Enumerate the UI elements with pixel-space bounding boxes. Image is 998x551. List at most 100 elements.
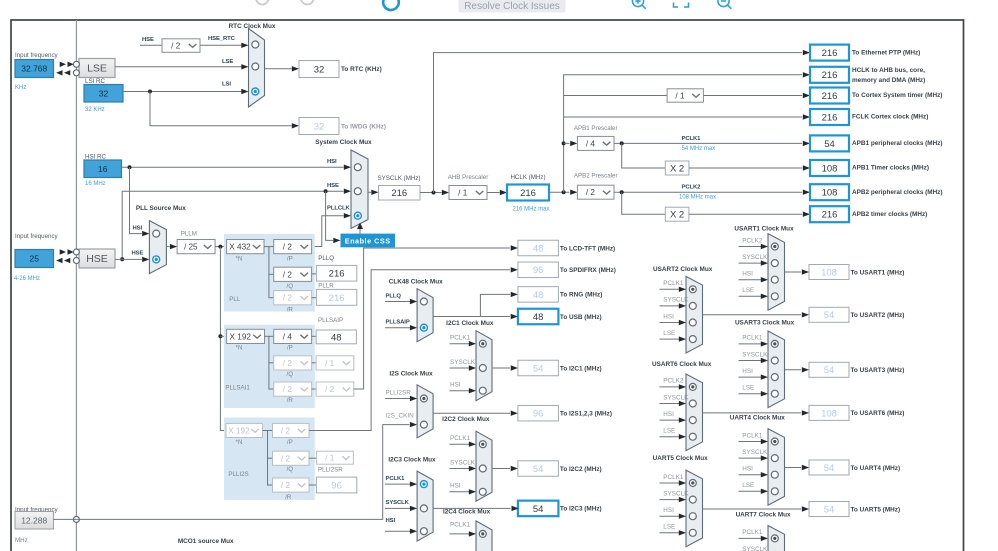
svg-text:To USART6 (MHz): To USART6 (MHz) [851, 410, 905, 417]
svg-text:HSI: HSI [386, 518, 396, 524]
svg-text:108: 108 [821, 267, 837, 278]
svg-text:LSE: LSE [663, 428, 675, 435]
svg-text:LSE: LSE [663, 524, 675, 531]
svg-text:PCLK2: PCLK2 [742, 237, 763, 244]
svg-text:54: 54 [824, 463, 835, 474]
svg-text:Resolve Clock Issues: Resolve Clock Issues [464, 1, 560, 12]
svg-text:216: 216 [822, 210, 838, 221]
svg-text:HSI: HSI [133, 226, 143, 232]
svg-text:SYSCLK: SYSCLK [742, 449, 768, 456]
svg-text:HSE: HSE [327, 183, 339, 189]
svg-text:To USB (MHz): To USB (MHz) [560, 314, 602, 321]
svg-text:/ 2: / 2 [283, 385, 293, 394]
svg-text:216: 216 [822, 48, 838, 59]
svg-text:APB1 Prescaler: APB1 Prescaler [574, 125, 618, 132]
svg-text:/R: /R [287, 307, 294, 314]
svg-text:216: 216 [329, 269, 345, 280]
svg-text:To USART3 (MHz): To USART3 (MHz) [851, 367, 905, 374]
svg-text:PLLQ: PLLQ [386, 293, 402, 299]
svg-text:/ 2: / 2 [281, 454, 291, 463]
svg-text:CLK48 Clock Mux: CLK48 Clock Mux [389, 278, 443, 285]
svg-text:32: 32 [99, 88, 109, 98]
svg-text:I2C1 Clock Mux: I2C1 Clock Mux [446, 320, 494, 327]
svg-text:/ 2: / 2 [281, 481, 291, 490]
svg-text:MCO1 source Mux: MCO1 source Mux [178, 538, 234, 545]
svg-text:/ 2: / 2 [283, 243, 293, 252]
svg-text:HSE: HSE [132, 250, 144, 256]
svg-text:216: 216 [822, 70, 838, 81]
svg-text:PLL: PLL [229, 296, 241, 303]
svg-text:/ 2: / 2 [586, 188, 596, 197]
svg-text:48: 48 [331, 332, 342, 343]
svg-text:HSI: HSI [663, 411, 674, 418]
svg-text:I2S_CKIN: I2S_CKIN [386, 412, 415, 419]
svg-text:HCLK (MHz): HCLK (MHz) [510, 174, 545, 181]
svg-text:16: 16 [98, 164, 108, 174]
svg-text:HSI: HSI [663, 313, 674, 320]
svg-text:*N: *N [236, 256, 243, 263]
svg-text:/ 2: / 2 [283, 294, 293, 303]
svg-text:HSE_RTC: HSE_RTC [208, 36, 236, 42]
svg-text:PCLK1: PCLK1 [386, 476, 406, 482]
svg-text:/ 1: / 1 [675, 92, 685, 101]
svg-text:HSI: HSI [450, 483, 461, 490]
svg-text:To I2S1,2,3 (MHz): To I2S1,2,3 (MHz) [560, 411, 612, 418]
svg-text:PLLSAIP: PLLSAIP [386, 320, 410, 326]
svg-text:*N: *N [236, 345, 243, 352]
svg-text:SYSCLK: SYSCLK [663, 297, 689, 304]
svg-text:108 MHz max: 108 MHz max [679, 195, 716, 201]
svg-text:LSE: LSE [742, 385, 754, 392]
svg-text:To USART1 (MHz): To USART1 (MHz) [851, 269, 905, 276]
svg-text:108: 108 [822, 188, 838, 199]
svg-text:216 MHz max: 216 MHz max [512, 207, 549, 213]
svg-text:/ 1: / 1 [325, 454, 335, 463]
svg-text:/ 4: / 4 [586, 139, 596, 148]
svg-text:32 KHz: 32 KHz [85, 107, 105, 113]
svg-text:/R: /R [287, 397, 294, 404]
svg-text:APB1 Timer clocks (MHz): APB1 Timer clocks (MHz) [852, 165, 929, 172]
svg-text:32: 32 [314, 121, 325, 132]
svg-text:LSE: LSE [742, 482, 754, 489]
svg-text:PCLK1: PCLK1 [450, 522, 471, 529]
svg-text:216: 216 [520, 188, 536, 199]
svg-text:LSI: LSI [222, 81, 231, 87]
svg-text:/P: /P [287, 439, 293, 446]
svg-text:48: 48 [533, 290, 544, 301]
svg-text:54: 54 [824, 365, 835, 376]
svg-text:/ 25: / 25 [184, 243, 198, 252]
svg-text:SYSCLK: SYSCLK [742, 546, 768, 551]
svg-text:/ 2: / 2 [283, 270, 293, 279]
svg-text:25: 25 [30, 254, 40, 264]
svg-text:To RTC (KHz): To RTC (KHz) [341, 66, 382, 73]
svg-text:AHB Prescaler: AHB Prescaler [448, 174, 489, 181]
svg-text:MHz: MHz [15, 537, 28, 544]
svg-text:/ 2: / 2 [281, 426, 291, 435]
svg-text:To I2C2 (MHz): To I2C2 (MHz) [560, 466, 602, 473]
svg-text:X 192: X 192 [230, 332, 252, 341]
svg-text:SYSCLK (MHz): SYSCLK (MHz) [378, 175, 421, 182]
svg-text:USART2 Clock Mux: USART2 Clock Mux [653, 266, 713, 273]
svg-text:216: 216 [329, 293, 345, 304]
svg-text:To IWDG (KHz): To IWDG (KHz) [341, 124, 386, 131]
svg-text:32.768: 32.768 [21, 64, 47, 74]
svg-text:To Cortex System timer (MHz): To Cortex System timer (MHz) [852, 92, 942, 99]
svg-text:PLLQ: PLLQ [318, 255, 334, 262]
svg-text:To USART2 (MHz): To USART2 (MHz) [851, 312, 905, 319]
svg-text:HSI: HSI [742, 368, 753, 375]
svg-text:PCLK1: PCLK1 [742, 432, 763, 439]
svg-text:KHz: KHz [15, 85, 26, 91]
svg-text:PLLI2S: PLLI2S [228, 471, 248, 478]
svg-text:16 MHz: 16 MHz [85, 181, 106, 187]
svg-text:To UART5 (MHz): To UART5 (MHz) [851, 506, 901, 513]
svg-text:/Q: /Q [287, 466, 294, 473]
svg-text:PCLK2: PCLK2 [663, 378, 684, 385]
svg-text:APB2 Prescaler: APB2 Prescaler [574, 173, 618, 180]
svg-text:memory and DMA (MHz): memory and DMA (MHz) [852, 77, 925, 84]
svg-text:PCLK2: PCLK2 [682, 184, 702, 190]
svg-text:54: 54 [533, 464, 544, 475]
svg-text:HCLK to AHB bus, core,: HCLK to AHB bus, core, [852, 67, 925, 74]
svg-text:HSI: HSI [742, 271, 753, 278]
svg-text:12.288: 12.288 [21, 516, 47, 526]
svg-text:54: 54 [533, 363, 544, 374]
svg-text:To LCD-TFT (MHz): To LCD-TFT (MHz) [560, 245, 615, 252]
